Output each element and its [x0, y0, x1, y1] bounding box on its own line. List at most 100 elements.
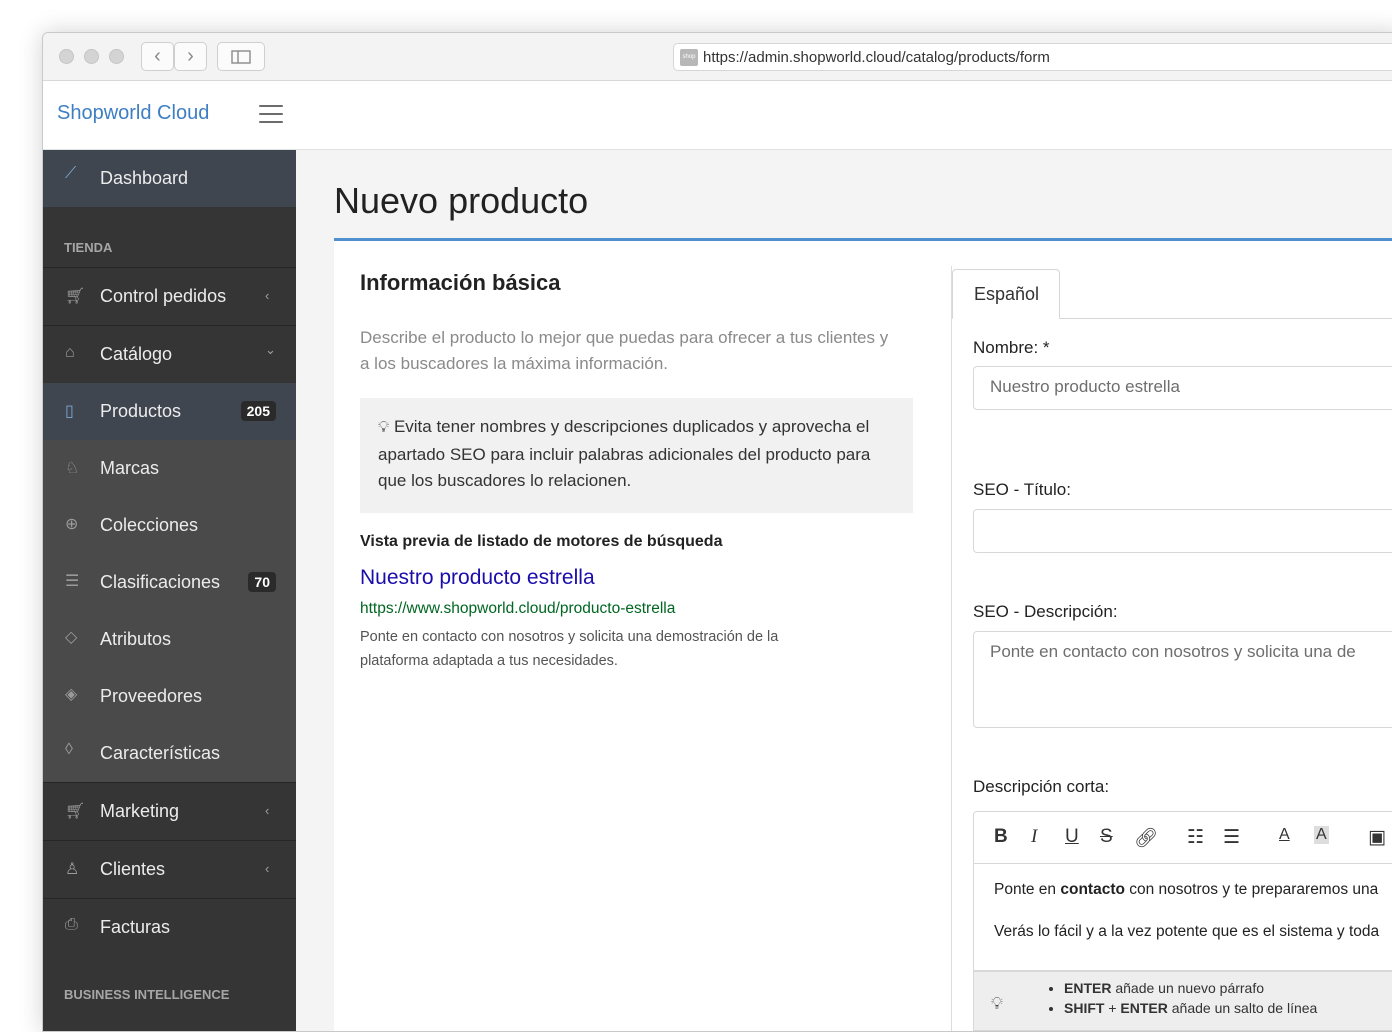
image-icon[interactable]: ▣	[1368, 826, 1386, 849]
seo-description-label: SEO - Descripción:	[973, 602, 1118, 621]
page-title: Nuevo producto	[334, 180, 589, 221]
tab-espanol[interactable]: Español	[952, 269, 1060, 319]
seo-preview-title: Nuestro producto estrella	[360, 566, 595, 589]
chevron-left-icon: ‹	[265, 861, 270, 876]
editor-text: con nosotros y te prepararemos una	[1124, 881, 1379, 898]
sidebar-item-facturas[interactable]: ⎙ Facturas	[43, 899, 296, 956]
count-badge: 205	[240, 401, 276, 421]
sidebar-item-marcas[interactable]: ♘ Marcas	[43, 440, 296, 497]
lightbulb-icon: 💡︎	[991, 994, 1003, 1013]
count-badge: 70	[248, 572, 276, 592]
seo-preview-url: https://www.shopworld.cloud/producto-est…	[360, 600, 676, 617]
sidebar-item-label: Características	[100, 743, 221, 763]
italic-icon[interactable]: I	[1031, 826, 1037, 848]
chevron-left-icon: ‹	[265, 803, 270, 818]
unordered-list-icon[interactable]: ☰	[1223, 826, 1240, 849]
tag-icon: ◇	[65, 629, 78, 646]
favicon: shop	[680, 49, 698, 66]
highlight-icon[interactable]: A	[1314, 826, 1329, 844]
menu-icon[interactable]	[259, 105, 283, 125]
top-navbar: Shopworld Cloud	[43, 81, 1392, 150]
seo-title-input[interactable]	[973, 509, 1392, 553]
sidebar-item-label: Marcas	[100, 458, 160, 478]
award-icon: ♘	[65, 460, 80, 477]
sidebar-item-label: Atributos	[100, 629, 172, 649]
section-description: Describe el producto lo mejor que puedas…	[360, 328, 889, 373]
tip-text: Evita tener nombres y descripciones dupl…	[378, 417, 871, 490]
sidebar-item-label: Proveedores	[100, 686, 203, 706]
editor-paragraph: Verás lo fácil y a la vez potente que es…	[994, 923, 1380, 940]
editor-text: Ponte en	[994, 881, 1061, 898]
rich-text-editor[interactable]: Ponte en contacto con nosotros y te prep…	[973, 863, 1392, 971]
sidebar-item-atributos[interactable]: ◇ Atributos	[43, 611, 296, 668]
chevron-left-icon: ‹	[265, 288, 270, 303]
url-text: https://admin.shopworld.cloud/catalog/pr…	[703, 49, 1050, 66]
ordered-list-icon[interactable]: ☷	[1187, 826, 1204, 849]
sidebar-icon	[231, 50, 251, 64]
seo-preview-heading: Vista previa de listado de motores de bú…	[360, 533, 723, 550]
font-color-icon[interactable]: A	[1279, 826, 1290, 844]
browser-titlebar: ‹ › shop https://admin.shopworld.cloud/c…	[43, 33, 1392, 81]
language-form: Español Nombre: * Nuestro producto estre…	[951, 266, 1392, 1031]
sidebar-item-label: Catálogo	[100, 344, 173, 364]
sidebar-item-marketing[interactable]: 🛒︎ Marketing ‹	[43, 783, 296, 840]
editor-help: 💡︎ ENTER añade un nuevo párrafo SHIFT + …	[973, 971, 1392, 1031]
zoom-window-button[interactable]	[109, 49, 124, 64]
chevron-right-icon: ›	[187, 45, 194, 67]
link-icon[interactable]: 🔗︎	[1134, 826, 1158, 850]
sidebar-item-label: Clientes	[100, 859, 166, 879]
section-title: Información básica	[360, 270, 561, 295]
crosshair-icon: ⊕	[65, 516, 79, 533]
list-icon: ☰	[65, 573, 80, 590]
product-form-card: Información básica Describe el producto …	[334, 238, 1392, 1031]
sidebar-item-catalogo[interactable]: ⌂ Catálogo ⌄	[43, 326, 296, 383]
diamond-icon: ◈	[65, 686, 78, 703]
underline-icon[interactable]: U	[1065, 826, 1079, 848]
sidebar-item-dashboard[interactable]: ⟋ Dashboard	[43, 150, 296, 207]
sidebar-item-label: Dashboard	[100, 168, 189, 188]
sidebar-toggle-button[interactable]	[217, 42, 265, 71]
sidebar-item-label: Marketing	[100, 801, 180, 821]
sidebar-section-title: TIENDA	[64, 240, 113, 255]
sidebar-item-productos[interactable]: ▯ Productos 205	[43, 383, 296, 440]
minimize-window-button[interactable]	[84, 49, 99, 64]
sidebar-item-label: Productos	[100, 401, 182, 421]
lightbulb-icon: 💡︎	[378, 419, 390, 436]
sidebar-section-title: BUSINESS INTELLIGENCE	[64, 987, 230, 1002]
strikethrough-icon[interactable]: S	[1100, 826, 1113, 848]
name-label: Nombre: *	[973, 338, 1050, 357]
seo-title-label: SEO - Título:	[973, 480, 1071, 499]
close-window-button[interactable]	[59, 49, 74, 64]
seo-description-textarea[interactable]: Ponte en contacto con nosotros y solicit…	[973, 631, 1392, 728]
help-item: ENTER añade un nuevo párrafo	[1064, 978, 1317, 998]
sidebar-item-control-pedidos[interactable]: 🛒︎ Control pedidos ‹	[43, 268, 296, 325]
back-button[interactable]: ‹	[141, 42, 174, 71]
name-input[interactable]: Nuestro producto estrella	[973, 366, 1392, 410]
sidebar-item-clientes[interactable]: ♙ Clientes ‹	[43, 841, 296, 898]
sidebar-item-proveedores[interactable]: ◈ Proveedores	[43, 668, 296, 725]
bag-icon: ⌂	[65, 344, 75, 361]
tip-box: 💡︎ Evita tener nombres y descripciones d…	[360, 398, 913, 513]
browser-window: ‹ › shop https://admin.shopworld.cloud/c…	[42, 32, 1392, 1032]
tags-icon: ◊	[65, 741, 73, 758]
brand-logo[interactable]: Shopworld Cloud	[57, 102, 209, 125]
printer-icon: ⎙	[65, 916, 78, 933]
sidebar: ⟋ Dashboard TIENDA 🛒︎ Control pedidos ‹ …	[43, 150, 296, 1031]
sidebar-item-colecciones[interactable]: ⊕ Colecciones	[43, 497, 296, 554]
cart-icon: 🛒︎	[65, 803, 86, 820]
seo-preview-description: Ponte en contacto con nosotros y solicit…	[360, 629, 779, 669]
main-content: Nuevo producto Información básica Descri…	[296, 150, 1392, 1031]
cart-icon: 🛒︎	[65, 288, 86, 305]
users-icon: ♙	[65, 861, 80, 878]
sidebar-item-clasificaciones[interactable]: ☰ Clasificaciones 70	[43, 554, 296, 611]
editor-bold-text: contacto	[1060, 881, 1125, 898]
bold-icon[interactable]: B	[994, 826, 1008, 848]
chart-line-icon: ⟋	[65, 165, 77, 182]
forward-button[interactable]: ›	[174, 42, 207, 71]
chevron-down-icon: ⌄	[265, 342, 276, 357]
address-bar[interactable]: shop https://admin.shopworld.cloud/catal…	[673, 43, 1392, 71]
sidebar-item-label: Control pedidos	[100, 286, 227, 306]
help-item: SHIFT + ENTER añade un salto de línea	[1064, 998, 1317, 1018]
sidebar-item-label: Facturas	[100, 917, 171, 937]
sidebar-item-caracteristicas[interactable]: ◊ Características	[43, 725, 296, 782]
